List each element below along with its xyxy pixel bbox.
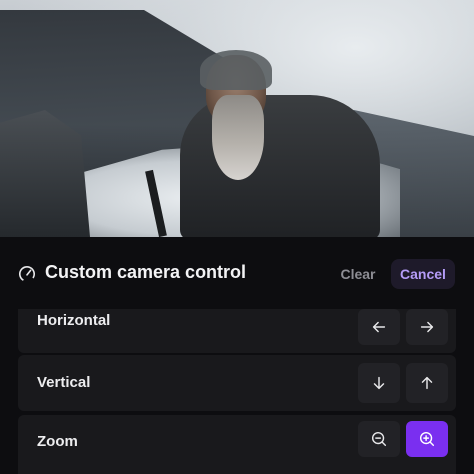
warrior-beard	[212, 95, 264, 180]
zoom-control-row: Zoom	[18, 415, 456, 474]
warrior-body	[180, 95, 380, 237]
pan-left-button[interactable]	[358, 309, 400, 345]
video-preview	[0, 0, 474, 237]
vertical-label: Vertical	[37, 374, 91, 391]
zoom-out-button[interactable]	[358, 421, 400, 457]
clear-button[interactable]: Clear	[332, 259, 384, 289]
panel-title: Custom camera control	[45, 262, 247, 282]
zoom-label: Zoom	[37, 433, 78, 450]
arrow-down-icon	[373, 376, 385, 390]
zoom-out-icon	[371, 431, 387, 447]
tilt-down-button[interactable]	[358, 363, 400, 403]
tilt-up-button[interactable]	[406, 363, 448, 403]
cancel-button[interactable]: Cancel	[391, 259, 455, 289]
zoom-in-button[interactable]	[406, 421, 448, 457]
horizontal-label: Horizontal	[37, 312, 111, 329]
panel-header: Custom camera control Clear Cancel	[0, 237, 474, 309]
arrow-right-icon	[420, 321, 434, 333]
gauge-icon	[18, 265, 36, 283]
warrior-hair	[200, 50, 272, 90]
vertical-control-row: Vertical	[18, 355, 456, 411]
horizontal-control-row: Horizontal	[18, 309, 456, 353]
arrow-left-icon	[372, 321, 386, 333]
zoom-in-icon	[419, 431, 435, 447]
arrow-up-icon	[421, 376, 433, 390]
camera-control-panel: Custom camera control Clear Cancel Horiz…	[0, 237, 474, 474]
pan-right-button[interactable]	[406, 309, 448, 345]
